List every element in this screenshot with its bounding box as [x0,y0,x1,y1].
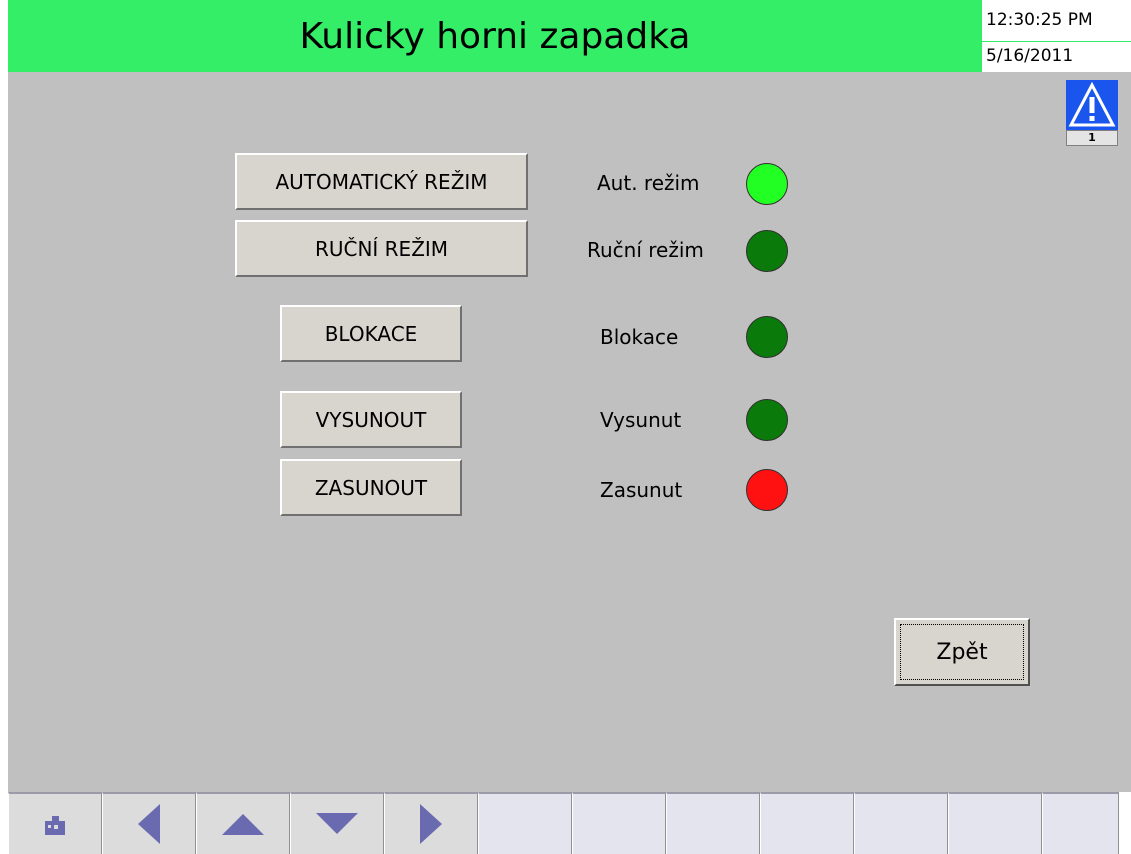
clock-panel: 12:30:25 PM 5/16/2011 [982,0,1131,72]
page-title: Kulicky horni zapadka [299,15,691,57]
clock-time: 12:30:25 PM [986,10,1093,30]
fkey-down[interactable] [290,792,384,854]
manual-mode-button[interactable]: RUČNÍ REŽIM [235,220,528,277]
block-status-label: Blokace [600,325,679,349]
function-key-bar [8,792,1131,854]
alarm-indicator[interactable]: 1 [1066,80,1118,146]
fkey-empty[interactable] [948,792,1042,854]
manual-mode-status-label: Ruční režim [587,238,704,262]
back-button-label: Zpět [900,624,1024,680]
fkey-empty[interactable] [760,792,854,854]
arrow-left-icon [138,804,160,844]
manual-mode-lamp [746,230,788,272]
retracted-status-label: Zasunut [600,478,683,502]
hmi-screen: Kulicky horni zapadka 12:30:25 PM 5/16/2… [8,0,1131,854]
retracted-lamp [746,469,788,511]
fkey-left[interactable] [102,792,196,854]
warning-icon [1066,80,1118,130]
fkey-empty[interactable] [666,792,760,854]
block-button[interactable]: BLOKACE [280,305,462,362]
home-icon [45,816,65,835]
fkey-home[interactable] [8,792,102,854]
clock-divider [982,41,1131,42]
fkey-right[interactable] [384,792,478,854]
extended-status-label: Vysunut [600,408,682,432]
fkey-empty[interactable] [572,792,666,854]
back-button[interactable]: Zpět [894,618,1030,686]
extended-lamp [746,399,788,441]
automatic-mode-lamp [746,163,788,205]
automatic-mode-status-label: Aut. režim [597,171,700,195]
retract-button[interactable]: ZASUNOUT [280,459,462,516]
title-bar: Kulicky horni zapadka [8,0,982,72]
extend-button[interactable]: VYSUNOUT [280,391,462,448]
arrow-up-icon [222,814,264,835]
fkey-empty[interactable] [478,792,572,854]
fkey-empty[interactable] [1042,792,1119,854]
fkey-empty[interactable] [854,792,948,854]
arrow-down-icon [316,813,358,834]
clock-date: 5/16/2011 [986,46,1074,66]
block-lamp [746,316,788,358]
fkey-up[interactable] [196,792,290,854]
automatic-mode-button[interactable]: AUTOMATICKÝ REŽIM [235,153,528,210]
alarm-count: 1 [1066,130,1118,146]
arrow-right-icon [420,804,442,844]
